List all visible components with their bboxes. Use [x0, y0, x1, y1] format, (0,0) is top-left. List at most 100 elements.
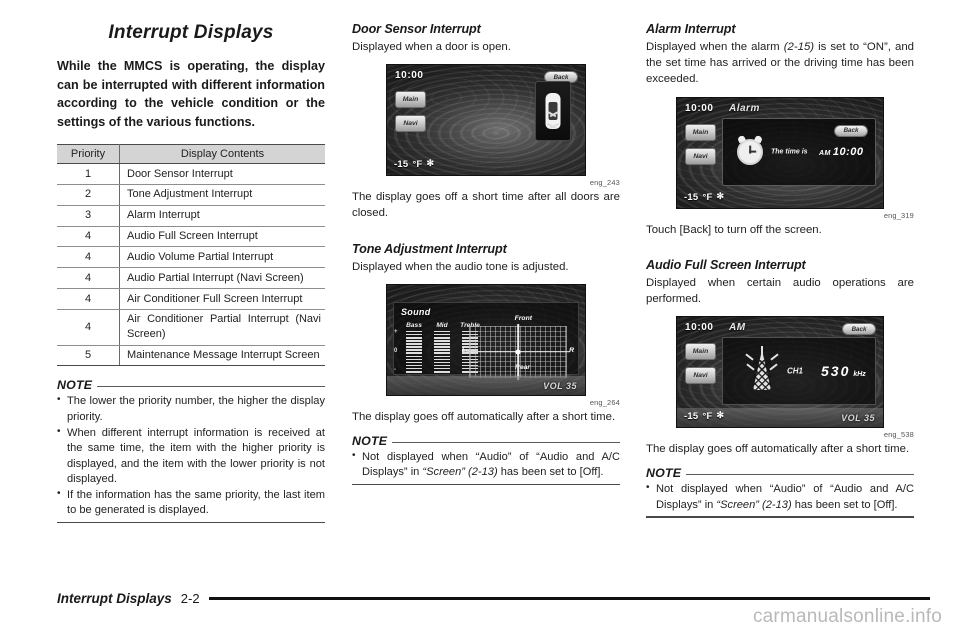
back-button[interactable]: Back [834, 124, 868, 137]
figure-audio-full: 10:00 AM Back Main Navi CH1 530 kHz VOL … [646, 316, 914, 439]
back-button[interactable]: Back [842, 323, 876, 336]
main-button[interactable]: Main [685, 123, 716, 141]
note-header: NOTE [352, 434, 620, 448]
table-row: 5 Maintenance Message Interrupt Screen [57, 345, 325, 367]
volume-readout: VOL 35 [543, 380, 577, 391]
note-item: Not displayed when “Audio” of “Audio and… [352, 449, 620, 481]
note-header: NOTE [57, 378, 325, 392]
navi-button[interactable]: Navi [395, 115, 426, 133]
note-list: Not displayed when “Audio” of “Audio and… [352, 449, 620, 481]
figure-caption: eng_538 [883, 430, 914, 440]
navi-button[interactable]: Navi [685, 367, 716, 385]
note-list: The lower the priority number, the highe… [57, 393, 325, 519]
screen-alarm: 10:00 Alarm Main Navi Back The time is A… [676, 96, 884, 209]
figure-tone-adjustment: Sound + 0 - Bass Mid Front L R VOL 35 en… [352, 283, 620, 407]
navi-button[interactable]: Navi [685, 147, 716, 165]
radio-band-tag: AM [729, 322, 746, 334]
cell-priority: 2 [57, 184, 120, 206]
note-rule [97, 386, 325, 388]
cell-priority: 4 [57, 226, 120, 248]
main-button[interactable]: Main [685, 343, 716, 361]
note-item: If the information has the same priority… [57, 487, 325, 519]
alarm-mode-tag: Alarm [729, 102, 760, 114]
table-row: 4 Audio Partial Interrupt (Navi Screen) [57, 267, 325, 290]
temperature-unit: °F [702, 190, 713, 202]
table-header-priority: Priority [57, 144, 120, 164]
sound-panel: Sound + 0 - Bass Mid Front L R [393, 301, 579, 378]
signal-wave [770, 353, 779, 361]
figure-caption: eng_319 [883, 210, 914, 220]
radio-tower-icon [745, 346, 779, 396]
eq-bass[interactable]: Bass [404, 322, 424, 373]
priority-table: Priority Display Contents 1 Door Sensor … [57, 144, 325, 367]
temperature-value: -15 [684, 410, 699, 422]
alarm-desc-part-1: Displayed when the alarm [646, 41, 784, 53]
note-list: Not displayed when “Audio” of “Audio and… [646, 481, 914, 513]
screen-sound: Sound + 0 - Bass Mid Front L R VOL 35 [386, 283, 586, 396]
cell-priority: 1 [57, 163, 120, 185]
eq-mid[interactable]: Mid [432, 322, 452, 373]
table-header-contents: Display Contents [119, 144, 325, 164]
cell-contents: Audio Volume Partial Interrupt [119, 246, 325, 269]
door-status-panel [535, 81, 571, 142]
alarm-ampm: AM [819, 149, 831, 157]
note-reference: “Screen” (2-13) [716, 498, 792, 511]
outside-temperature: -15 °F ✻ [394, 158, 434, 169]
eq-scale-bottom: - [394, 366, 396, 373]
note-label: NOTE [57, 378, 93, 393]
text-tone-description: Displayed when the audio tone is adjuste… [352, 260, 569, 273]
note-block-left: NOTE The lower the priority number, the … [57, 378, 325, 524]
car-top-view-icon [545, 93, 561, 130]
note-end-rule [57, 521, 325, 524]
eq-label: Bass [406, 321, 422, 329]
outside-temperature: -15 °F ✻ [684, 191, 724, 202]
heading-door-sensor: Door Sensor Interrupt [352, 22, 481, 36]
alarm-time: AM 10:00 [819, 146, 864, 158]
cell-contents: Air Conditioner Partial Interrupt (Navi … [119, 309, 325, 346]
screen-clock: 10:00 [395, 70, 424, 82]
watermark: carmanualsonline.info [752, 606, 942, 627]
heading-alarm: Alarm Interrupt [646, 22, 736, 36]
column-left: Interrupt Displays While the MMCS is ope… [57, 22, 325, 524]
eq-scale-mid: 0 [394, 347, 398, 354]
snowflake-icon: ✻ [426, 158, 435, 169]
note-text-part-2: has been set to [Off]. [497, 466, 604, 479]
table-row: 4 Audio Full Screen Interrupt [57, 226, 325, 248]
clock-hands-icon [749, 145, 755, 154]
note-item: When different interrupt information is … [57, 424, 325, 488]
cell-contents: Air Conditioner Full Screen Interrupt [119, 288, 325, 310]
radio-channel: CH1 [787, 366, 804, 376]
intro-paragraph: While the MMCS is operating, the display… [57, 59, 325, 129]
figure-caption: eng_243 [589, 178, 620, 188]
alarm-clock-icon [737, 138, 763, 165]
alarm-message: The time is [771, 148, 808, 156]
cell-contents: Tone Adjustment Interrupt [119, 184, 325, 206]
table-header-row: Priority Display Contents [57, 144, 325, 164]
balance-fader-grid[interactable] [466, 325, 570, 378]
note-label: NOTE [352, 433, 388, 448]
column-right: Alarm Interrupt Displayed when the alarm… [646, 22, 914, 518]
eq-label: Mid [436, 321, 448, 329]
footer-section-title: Interrupt Displays [57, 591, 172, 606]
figure-caption: eng_264 [589, 397, 620, 407]
cell-contents: Maintenance Message Interrupt Screen [119, 345, 325, 367]
screen-audio-am: 10:00 AM Back Main Navi CH1 530 kHz VOL … [676, 316, 884, 429]
snowflake-icon: ✻ [716, 190, 725, 201]
text-alarm-description: Displayed when the alarm (2-15) is set t… [646, 39, 914, 88]
screen-door-sensor: 10:00 Back Main Navi -15 °F ✻ [386, 64, 586, 177]
volume-readout: VOL 35 [841, 413, 875, 424]
cell-priority: 4 [57, 309, 120, 346]
note-item: The lower the priority number, the highe… [57, 393, 325, 425]
temperature-unit: °F [702, 410, 713, 422]
note-block-tone: NOTE Not displayed when “Audio” of “Audi… [352, 434, 620, 486]
table-row: 4 Air Conditioner Full Screen Interrupt [57, 288, 325, 310]
balance-position-dot[interactable] [515, 349, 521, 355]
eq-bars [432, 330, 452, 373]
note-header: NOTE [646, 466, 914, 480]
column-middle: Door Sensor Interrupt Displayed when a d… [352, 22, 620, 486]
cell-priority: 4 [57, 267, 120, 290]
note-label: NOTE [646, 466, 682, 481]
tower-mast [753, 350, 771, 391]
outside-temperature: -15 °F ✻ [684, 410, 724, 421]
main-button[interactable]: Main [395, 91, 426, 109]
